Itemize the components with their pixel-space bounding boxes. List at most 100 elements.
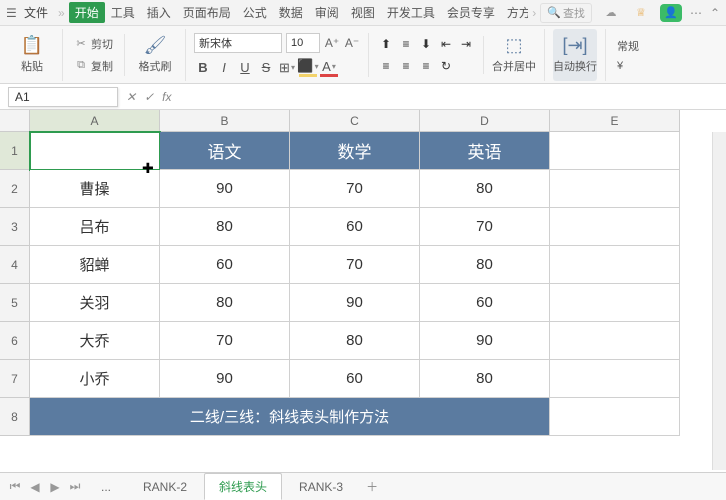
currency-button[interactable]: ¥ [614,58,642,74]
col-head-c[interactable]: C [290,110,420,132]
font-size-select[interactable]: 10 [286,33,320,53]
indent-right-button[interactable]: ⇥ [457,36,475,52]
align-bottom-button[interactable]: ⬇ [417,36,435,52]
tab-data[interactable]: 数据 [273,2,309,23]
search-box[interactable]: 🔍 查找 [540,3,592,23]
cell[interactable]: 曹操 [30,170,160,208]
cell[interactable]: 关羽 [30,284,160,322]
cell[interactable]: 90 [420,322,550,360]
format-painter-button[interactable]: 🖌 格式刷 [133,29,177,81]
row-head[interactable]: 5 [0,284,30,322]
cell[interactable]: 大乔 [30,322,160,360]
first-sheet-button[interactable]: ⏮ [6,478,24,496]
underline-button[interactable]: U [236,59,254,77]
row-head[interactable]: 6 [0,322,30,360]
cell[interactable]: 70 [290,170,420,208]
cell[interactable]: 小乔 [30,360,160,398]
cell[interactable]: 70 [420,208,550,246]
chevron-up-icon[interactable]: ⌃ [710,6,720,20]
cell[interactable]: 80 [290,322,420,360]
more-icon[interactable]: ⋯ [690,6,702,20]
wrap-button[interactable]: [⇥] 自动换行 [553,29,597,81]
cell[interactable]: 80 [420,246,550,284]
strike-button[interactable]: S [257,59,275,77]
tab-pagelayout[interactable]: 页面布局 [177,2,237,23]
last-sheet-button[interactable]: ⏭ [66,478,84,496]
tab-ffgz[interactable]: 方方格子 [501,2,528,23]
font-color-button[interactable]: A [320,59,338,77]
cell[interactable]: 数学 [290,132,420,170]
bold-button[interactable]: B [194,59,212,77]
cell[interactable]: 90 [160,360,290,398]
cell[interactable]: 80 [160,208,290,246]
cell[interactable]: 60 [160,246,290,284]
tab-formula[interactable]: 公式 [237,2,273,23]
chevron-right-icon[interactable]: › [532,6,536,20]
row-head[interactable]: 1 [0,132,30,170]
cell[interactable] [550,322,680,360]
cell[interactable] [550,360,680,398]
cell[interactable] [550,170,680,208]
avatar-icon[interactable]: 👤 [660,4,682,22]
sheet-tab-active[interactable]: 斜线表头 [204,473,282,500]
cell[interactable]: 英语 [420,132,550,170]
cell[interactable]: 90 [160,170,290,208]
sheet-tab[interactable]: RANK-3 [284,475,358,499]
cell[interactable] [550,132,680,170]
tab-tools[interactable]: 工具 [105,2,141,23]
align-top-button[interactable]: ⬆ [377,36,395,52]
paste-button[interactable]: 📋 粘贴 [10,29,54,81]
tab-view[interactable]: 视图 [345,2,381,23]
align-right-button[interactable]: ≡ [417,58,435,74]
cancel-icon[interactable]: ✕ [126,90,136,104]
vertical-scrollbar[interactable] [712,132,726,470]
tab-dev[interactable]: 开发工具 [381,2,441,23]
cell[interactable] [550,208,680,246]
decrease-font-button[interactable]: A⁻ [344,34,360,52]
cell[interactable]: 语文 [160,132,290,170]
select-all-corner[interactable] [0,110,30,132]
sheet-tab[interactable]: RANK-2 [128,475,202,499]
cell[interactable]: 貂蝉 [30,246,160,284]
col-head-a[interactable]: A [30,110,160,132]
align-middle-button[interactable]: ≡ [397,36,415,52]
italic-button[interactable]: I [215,59,233,77]
cut-button[interactable]: ✂剪切 [71,34,116,54]
cell[interactable]: 90 [290,284,420,322]
col-head-b[interactable]: B [160,110,290,132]
row-head[interactable]: 2 [0,170,30,208]
prev-sheet-button[interactable]: ◀ [26,478,44,496]
orientation-button[interactable]: ↻ [437,58,455,74]
row-head[interactable]: 7 [0,360,30,398]
cell[interactable] [550,246,680,284]
file-menu[interactable]: 文件 [24,4,48,21]
fx-icon[interactable]: fx [162,90,171,104]
cell[interactable]: 吕布 [30,208,160,246]
number-format-select[interactable]: 常规 [614,36,642,56]
cell[interactable]: 70 [290,246,420,284]
hamburger-icon[interactable]: ☰ [6,6,20,20]
fill-color-button[interactable]: ⬛ [299,59,317,77]
cell[interactable]: 60 [420,284,550,322]
align-left-button[interactable]: ≡ [377,58,395,74]
cell[interactable]: 60 [290,360,420,398]
row-head[interactable]: 4 [0,246,30,284]
cell[interactable] [550,284,680,322]
tab-home[interactable]: 开始 [69,2,105,23]
border-button[interactable]: ⊞ [278,59,296,77]
increase-font-button[interactable]: A⁺ [324,34,340,52]
font-name-select[interactable]: 新宋体 [194,33,282,53]
spreadsheet-grid[interactable]: A B C D E 1 2 3 4 5 6 7 8 语文 数学 英语 曹操 90… [0,110,726,470]
row-head[interactable]: 8 [0,398,30,436]
cell[interactable]: 70 [160,322,290,360]
tab-member[interactable]: 会员专享 [441,2,501,23]
footer-cell[interactable]: 二线/三线：斜线表头制作方法 [30,398,550,436]
col-head-d[interactable]: D [420,110,550,132]
cell[interactable] [550,398,680,436]
formula-input[interactable] [179,87,718,107]
cell[interactable]: 80 [420,170,550,208]
cloud-icon[interactable]: ☁ [600,4,622,22]
tab-insert[interactable]: 插入 [141,2,177,23]
align-center-button[interactable]: ≡ [397,58,415,74]
cell[interactable]: 60 [290,208,420,246]
